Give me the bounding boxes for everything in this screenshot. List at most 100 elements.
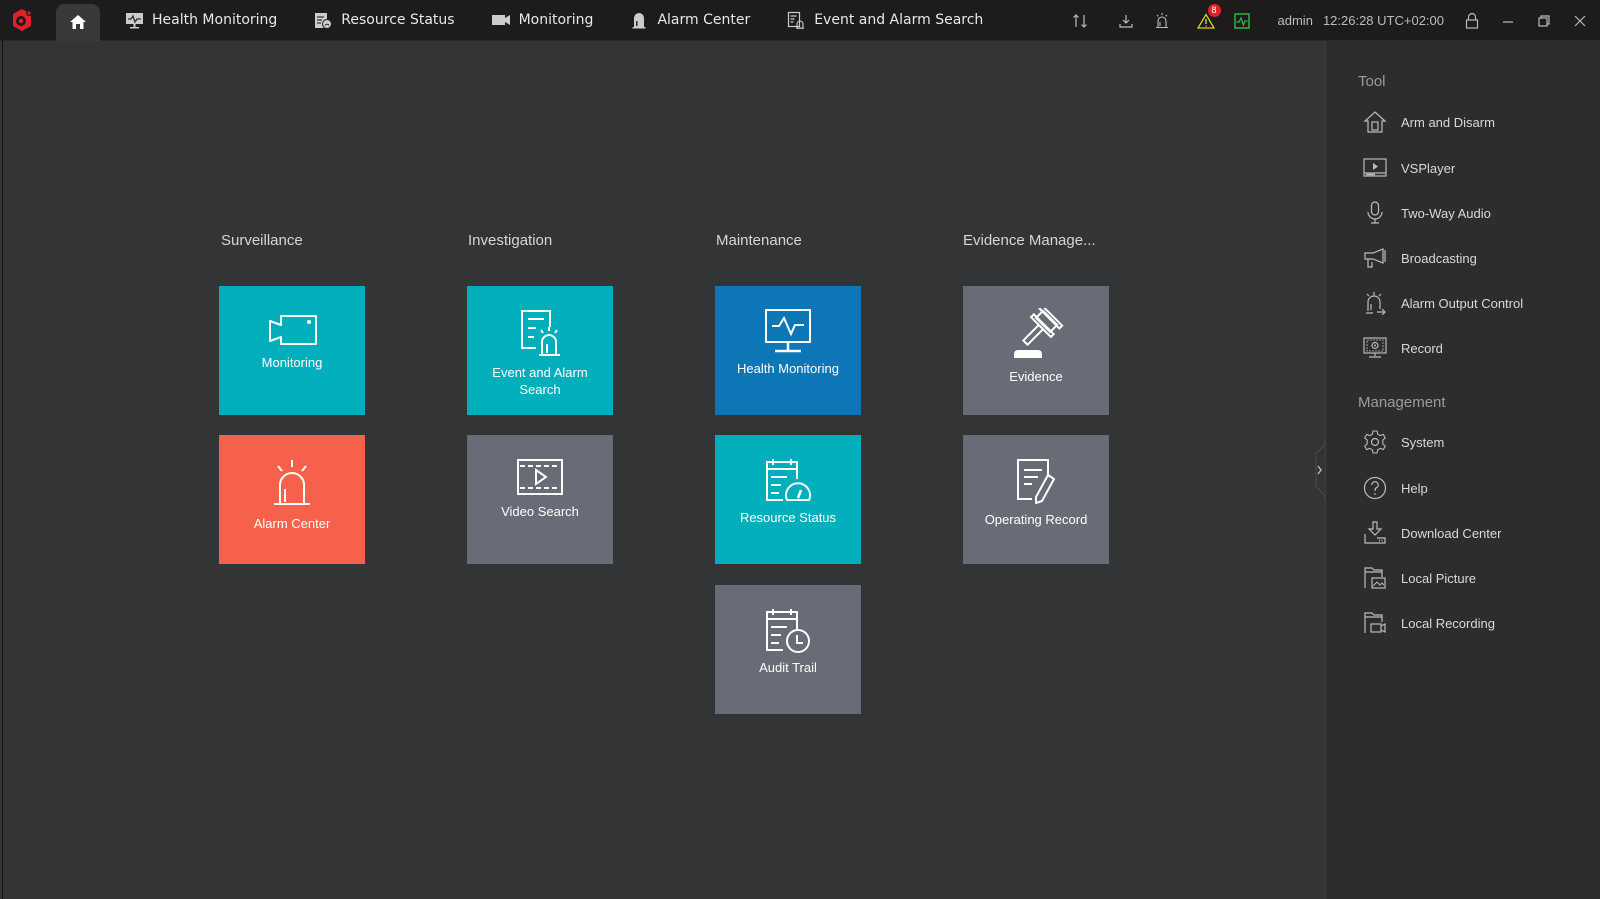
gear-icon <box>1362 429 1388 455</box>
tab-label: Monitoring <box>518 12 594 28</box>
warning-icon[interactable]: 8 <box>1196 3 1221 31</box>
video-search-icon <box>517 459 563 495</box>
group-title-maintenance: Maintenance <box>716 232 802 249</box>
tool-arm-disarm[interactable]: Arm and Disarm <box>1362 107 1495 137</box>
local-picture-icon <box>1362 565 1388 591</box>
alarm-icon <box>629 11 649 29</box>
transfer-icon[interactable] <box>1070 11 1090 31</box>
tile-monitoring[interactable]: Monitoring <box>219 286 365 415</box>
tile-label: Health Monitoring <box>737 361 839 376</box>
operating-record-icon <box>1017 459 1055 504</box>
alarm-output-icon <box>1362 290 1388 316</box>
mgmt-local-recording[interactable]: Local Recording <box>1362 608 1495 638</box>
local-recording-icon <box>1362 610 1388 636</box>
tile-alarm-center[interactable]: Alarm Center <box>219 435 365 564</box>
current-user[interactable]: admin <box>1278 13 1313 28</box>
tile-health-monitoring[interactable]: Health Monitoring <box>715 286 861 415</box>
mgmt-label: Local Picture <box>1401 570 1477 586</box>
tool-label: Two-Way Audio <box>1401 205 1491 221</box>
tile-label: Event and Alarm Search <box>492 365 588 397</box>
tile-video-search[interactable]: Video Search <box>467 435 613 564</box>
group-title-investigation: Investigation <box>468 232 553 249</box>
help-icon <box>1362 475 1388 501</box>
tool-label: Arm and Disarm <box>1401 114 1495 130</box>
tab-health-monitoring[interactable]: Health Monitoring <box>112 0 289 41</box>
tab-monitoring[interactable]: Monitoring <box>479 0 606 41</box>
camera-icon <box>491 11 511 29</box>
group-title-surveillance: Surveillance <box>221 232 303 249</box>
mgmt-download-center[interactable]: Download Center <box>1362 518 1501 548</box>
tile-label: Evidence <box>1009 369 1063 384</box>
tool-vsplayer[interactable]: VSPlayer <box>1362 153 1455 183</box>
resource-status-icon <box>766 459 811 501</box>
tool-label: Record <box>1401 340 1443 356</box>
alarm-bell-icon[interactable] <box>1152 11 1172 31</box>
vsplayer-icon <box>1362 155 1388 181</box>
tool-label: Broadcasting <box>1401 250 1477 266</box>
mgmt-system[interactable]: System <box>1362 427 1444 457</box>
top-bar: Health Monitoring Resource Status Monito… <box>0 0 1600 41</box>
tab-event-alarm-search[interactable]: Event and Alarm Search <box>774 0 995 41</box>
management-section-title: Management <box>1358 394 1446 411</box>
tab-label: Event and Alarm Search <box>814 12 984 28</box>
right-panel: Tool Arm and Disarm VSPlayer Two-Way Aud… <box>1325 41 1600 899</box>
clock: 12:26:28 UTC+02:00 <box>1322 13 1444 28</box>
health-monitor-icon <box>765 309 811 353</box>
mgmt-local-picture[interactable]: Local Picture <box>1362 563 1476 593</box>
alarm-light-icon <box>274 460 310 505</box>
home-icon <box>70 15 86 29</box>
tool-section-title: Tool <box>1358 73 1386 90</box>
arm-disarm-icon <box>1362 109 1388 135</box>
tile-operating-record[interactable]: Operating Record <box>963 435 1109 564</box>
app-logo <box>0 0 44 41</box>
gavel-icon <box>1014 308 1064 358</box>
health-monitor-icon <box>124 11 144 29</box>
resource-status-icon <box>313 11 333 29</box>
mgmt-label: Download Center <box>1401 525 1502 541</box>
tool-label: Alarm Output Control <box>1401 295 1524 311</box>
megaphone-icon <box>1362 245 1388 271</box>
tab-label: Resource Status <box>341 12 455 28</box>
tile-label: Video Search <box>501 504 579 519</box>
mgmt-label: Local Recording <box>1401 615 1495 631</box>
home-tab[interactable] <box>56 3 100 41</box>
tool-alarm-output-control[interactable]: Alarm Output Control <box>1362 288 1523 318</box>
tool-label: VSPlayer <box>1401 160 1456 176</box>
tile-audit-trail[interactable]: Audit Trail <box>715 585 861 714</box>
tile-label: Monitoring <box>261 355 323 370</box>
close-icon[interactable] <box>1570 11 1590 31</box>
chevron-right-icon <box>1315 440 1326 500</box>
download-center-icon <box>1362 520 1388 546</box>
tab-alarm-center[interactable]: Alarm Center <box>617 0 762 41</box>
tool-record[interactable]: Record <box>1362 333 1443 363</box>
microphone-icon <box>1362 200 1388 226</box>
event-search-icon <box>521 310 560 356</box>
group-title-evidence-management: Evidence Manage... <box>963 232 1096 249</box>
main-area: Surveillance Investigation Maintenance E… <box>2 41 1325 899</box>
record-icon <box>1362 335 1388 361</box>
mgmt-label: System <box>1401 434 1445 450</box>
event-search-icon <box>786 11 806 29</box>
mgmt-help[interactable]: Help <box>1362 473 1428 503</box>
tile-event-alarm-search[interactable]: Event and Alarm Search <box>467 286 613 415</box>
tile-label: Alarm Center <box>253 516 331 531</box>
tile-evidence[interactable]: Evidence <box>963 286 1109 415</box>
tool-two-way-audio[interactable]: Two-Way Audio <box>1362 198 1491 228</box>
restore-icon[interactable] <box>1534 11 1554 31</box>
tool-broadcasting[interactable]: Broadcasting <box>1362 243 1477 273</box>
camera-icon <box>269 315 317 345</box>
tab-label: Health Monitoring <box>152 12 278 28</box>
download-icon[interactable] <box>1116 11 1136 31</box>
alert-count-badge: 8 <box>1207 3 1221 17</box>
panel-collapse-handle[interactable] <box>1312 440 1326 500</box>
tab-resource-status[interactable]: Resource Status <box>301 0 466 41</box>
tile-resource-status[interactable]: Resource Status <box>715 435 861 564</box>
lock-icon[interactable] <box>1462 11 1482 31</box>
tile-label: Operating Record <box>984 512 1088 527</box>
audit-trail-icon <box>766 609 810 653</box>
health-status-icon[interactable] <box>1232 11 1252 31</box>
mgmt-label: Help <box>1401 480 1428 496</box>
top-right-toolbar: 8 admin 12:26:28 UTC+02:00 <box>1062 0 1600 41</box>
minimize-icon[interactable] <box>1498 11 1518 31</box>
tile-label: Audit Trail <box>759 660 817 675</box>
